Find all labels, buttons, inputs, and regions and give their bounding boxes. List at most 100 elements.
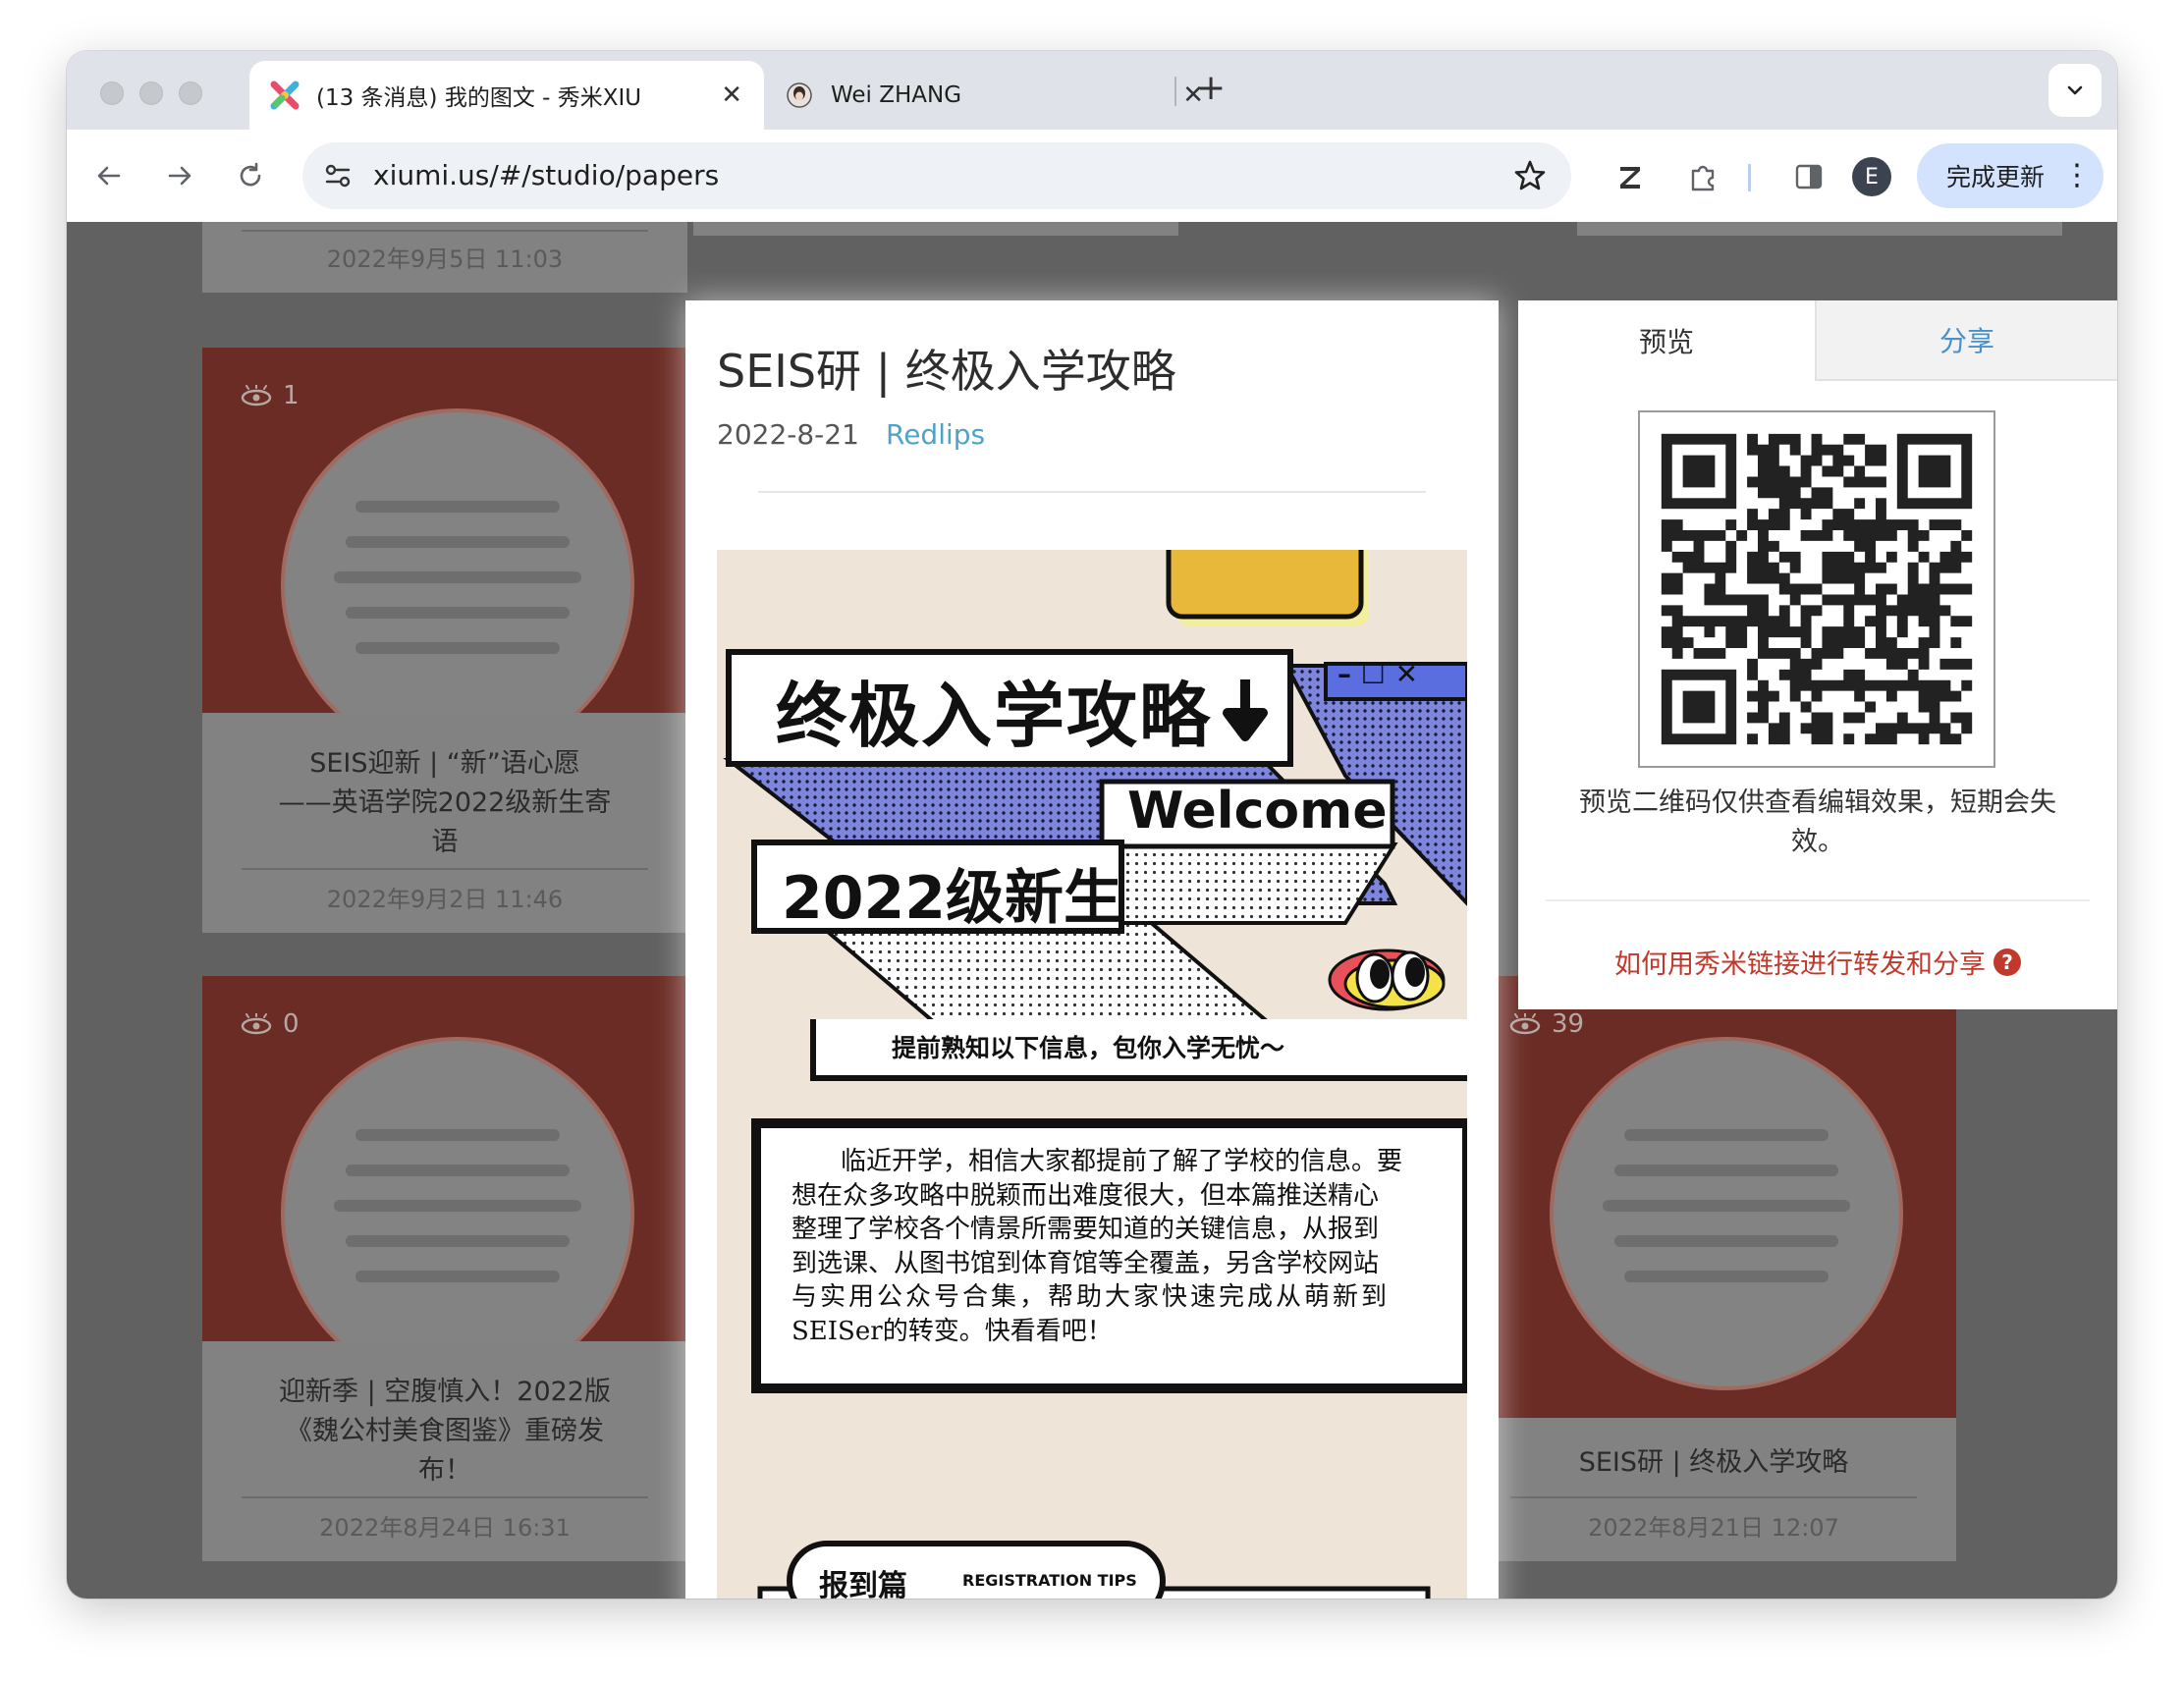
article-card[interactable]: 1 SEIS迎新 | “新”语心愿 ——英语学院2022级新生寄 语 2022年… — [202, 348, 687, 933]
card-title: 迎新季 | 空腹慎入！2022版 《魏公村美食图鉴》重磅发 布！ — [242, 1373, 648, 1491]
placeholder-line — [1624, 1271, 1829, 1282]
intro-line: 临近开学，相信大家都提前了解了学校的信息。要 — [841, 1147, 1403, 1176]
eye-icon — [1509, 1013, 1541, 1035]
url-text: xiumi.us/#/studio/papers — [373, 159, 720, 191]
minimize-window-button[interactable] — [139, 81, 163, 105]
intro-line: 想在众多攻略中脱颖而出难度很大，但本篇推送精心 — [792, 1180, 1380, 1211]
card-title-line: 布！ — [418, 1455, 471, 1486]
card-title: SEIS研 | 终极入学攻略 — [1510, 1443, 1917, 1483]
question-circle-icon: ? — [1993, 948, 2021, 976]
card-title-line: 《魏公村美食图鉴》重磅发 — [286, 1416, 604, 1446]
card-divider — [1510, 1496, 1917, 1498]
tab-search-button[interactable] — [2048, 64, 2102, 117]
zoom-window-button[interactable] — [179, 81, 202, 105]
card-date: 2022年9月2日 11:46 — [326, 886, 564, 913]
close-tab-icon[interactable]: ✕ — [721, 81, 742, 110]
chevron-down-icon — [2067, 85, 2083, 95]
zotero-extension-icon[interactable] — [1611, 157, 1650, 196]
share-help-link-text: 如何用秀米链接进行转发和分享 — [1614, 949, 1986, 980]
tab-title: Wei ZHANG — [831, 82, 962, 108]
extensions-puzzle-icon[interactable] — [1683, 157, 1722, 196]
article-card[interactable] — [693, 222, 1178, 236]
arrow-right-icon — [168, 166, 191, 186]
panel-divider — [1546, 899, 2090, 901]
share-panel: 预览 分享 预览二维码仅供查看编辑效果，短期会失效。 如何用秀米链接进行转发和分… — [1518, 300, 2117, 1009]
placeholder-line — [1624, 1129, 1829, 1141]
card-placeholder — [1550, 1037, 1903, 1390]
forward-button[interactable] — [155, 151, 204, 200]
profile-avatar[interactable]: E — [1852, 157, 1891, 196]
view-count-value: 1 — [283, 381, 300, 410]
placeholder-line — [346, 536, 570, 548]
card-cover: 1 — [202, 348, 687, 713]
tab-xiumi[interactable]: (13 条消息) 我的图文 - 秀米XIU ✕ — [249, 61, 764, 130]
view-count-value: 0 — [283, 1009, 300, 1039]
placeholder-line — [1614, 1165, 1838, 1176]
card-title-line: 迎新季 | 空腹慎入！2022版 — [279, 1377, 611, 1407]
card-cover: 0 — [202, 976, 687, 1341]
close-window-button[interactable] — [100, 81, 124, 105]
address-bar[interactable]: xiumi.us/#/studio/papers — [302, 142, 1571, 209]
placeholder-line — [346, 607, 570, 619]
site-settings-icon[interactable] — [322, 160, 354, 191]
back-button[interactable] — [84, 151, 134, 200]
eye-icon — [241, 385, 272, 407]
tab-preview[interactable]: 预览 — [1518, 300, 1815, 381]
poster-class-label: 2022级新生 — [782, 864, 1122, 933]
article-card[interactable]: 39 SEIS研 | 终极入学攻略 2022年8月21日 12:07 — [1471, 976, 1956, 1561]
browser-toolbar: xiumi.us/#/studio/papers E 完成更新 ⋮ — [67, 130, 2117, 222]
article-preview: SEIS研 | 终极入学攻略 2022-8-21 Redlips 终极入学攻略 … — [685, 300, 1499, 1599]
intro-line: 到选课、从图书馆到体育馆等全覆盖，另含学校网站 — [792, 1248, 1380, 1278]
side-panel-icon[interactable] — [1789, 157, 1829, 196]
poster-image: 终极入学攻略 – ☐ ✕ Welcome 2022级新生 提前熟知以下信息，包你… — [717, 550, 1467, 1599]
tab-title: (13 条消息) 我的图文 - 秀米XIU — [316, 85, 642, 111]
card-title-line: SEIS迎新 | “新”语心愿 — [309, 748, 580, 779]
update-button[interactable]: 完成更新 ⋮ — [1917, 143, 2103, 208]
card-date: 2022年8月24日 16:31 — [319, 1514, 571, 1542]
qr-code-image — [1661, 433, 1973, 745]
card-cover: 39 — [1471, 976, 1956, 1418]
poster-window-controls: – ☐ ✕ — [1338, 658, 1419, 690]
card-divider — [242, 230, 648, 232]
preview-divider — [758, 491, 1426, 493]
placeholder-line — [346, 1235, 570, 1247]
share-help-link[interactable]: 如何用秀米链接进行转发和分享 ? — [1518, 943, 2117, 981]
card-placeholder — [281, 1037, 634, 1341]
eye-icon — [241, 1013, 272, 1035]
card-title-line: ——英语学院2022级新生寄 — [278, 787, 612, 818]
preview-date: 2022-8-21 — [717, 418, 859, 451]
article-card[interactable] — [1577, 222, 2062, 236]
reload-button[interactable] — [226, 151, 275, 200]
card-placeholder — [281, 408, 634, 713]
preview-title: SEIS研 | 终极入学攻略 — [717, 345, 1176, 398]
intro-line: SEISer的转变。快看看吧！ — [792, 1316, 1113, 1346]
placeholder-line — [346, 1165, 570, 1176]
placeholder-line — [355, 642, 560, 654]
view-count: 39 — [1508, 1009, 1584, 1039]
article-card[interactable]: 0 迎新季 | 空腹慎入！2022版 《魏公村美食图鉴》重磅发 布！ 2022年… — [202, 976, 687, 1561]
poster-section-en: REGISTRATION TIPS — [962, 1571, 1137, 1590]
tab-wei-zhang[interactable]: Wei ZHANG ✕ — [764, 61, 1235, 130]
placeholder-line — [334, 571, 581, 583]
card-date: 2022年9月5日 11:03 — [326, 245, 564, 273]
avatar-icon — [782, 78, 817, 113]
card-title-line: SEIS研 | 终极入学攻略 — [1578, 1447, 1849, 1478]
placeholder-line — [355, 501, 560, 513]
tab-share[interactable]: 分享 — [1815, 300, 2117, 381]
article-card[interactable]: 2022年9月5日 11:03 — [202, 222, 687, 293]
qr-finder-center — [1682, 455, 1716, 488]
qr-code — [1638, 410, 1995, 768]
xiumi-icon — [267, 78, 302, 113]
preview-author[interactable]: Redlips — [886, 418, 985, 451]
browser-window: (13 条消息) 我的图文 - 秀米XIU ✕ Wei ZHANG ✕ + xi… — [67, 51, 2117, 1599]
intro-line: 与实用公众号合集，帮助大家快速完成从萌新到 — [792, 1282, 1391, 1312]
new-tab-button[interactable]: + — [1196, 69, 1226, 108]
card-divider — [242, 868, 648, 870]
poster-section-cn: 报到篇 — [819, 1569, 907, 1599]
card-divider — [242, 1496, 648, 1498]
intro-line: 整理了学校各个情景所需要知道的关键信息，从报到 — [792, 1215, 1380, 1244]
view-count-value: 39 — [1552, 1009, 1585, 1039]
bookmark-star-icon[interactable] — [1512, 158, 1548, 193]
tab-divider — [1174, 77, 1176, 106]
view-count: 1 — [240, 381, 300, 410]
